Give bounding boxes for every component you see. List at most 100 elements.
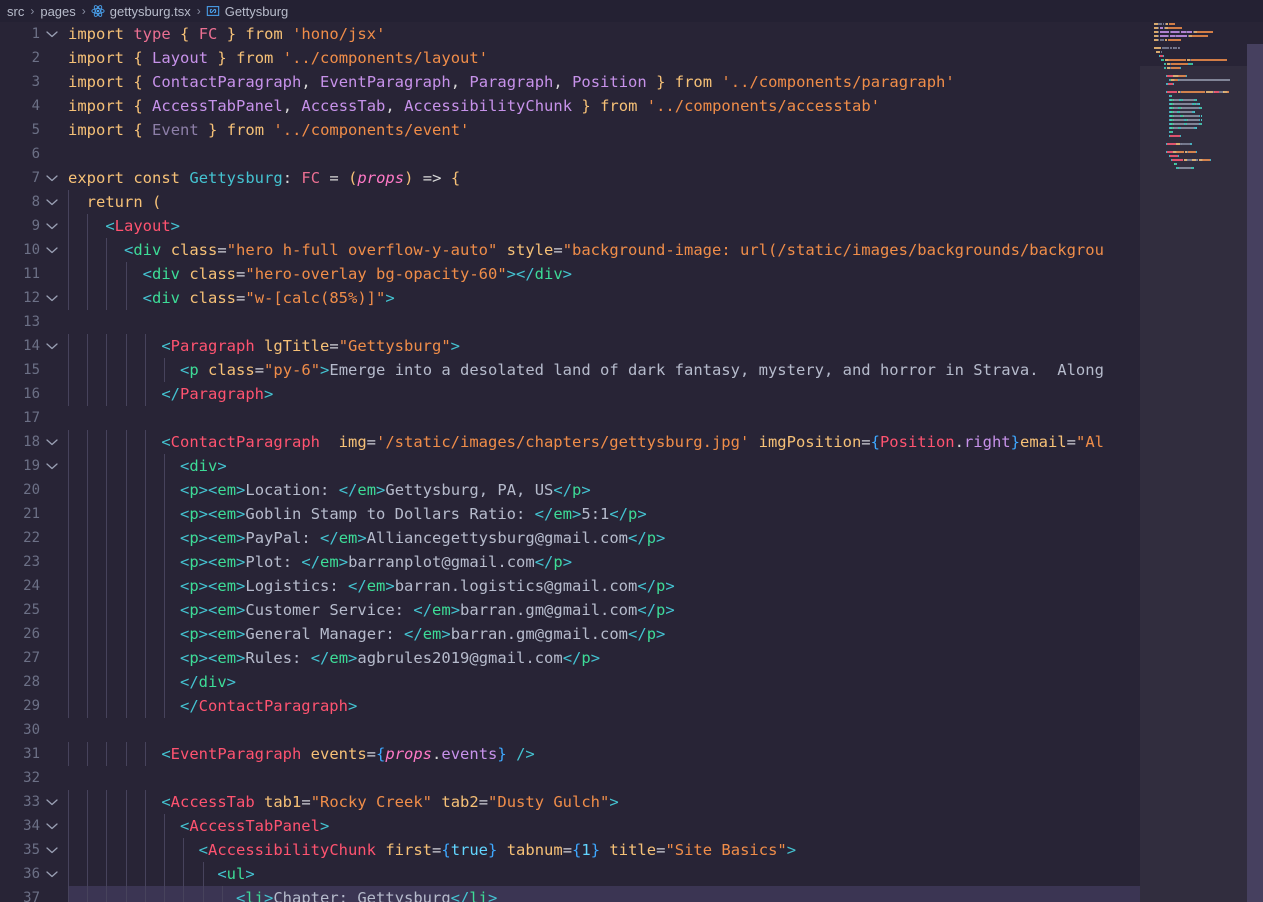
- chevron-down-icon[interactable]: [46, 790, 62, 814]
- code-text: <p><em>General Manager: </em>barran.gm@g…: [179, 625, 666, 643]
- line-number: 20: [23, 482, 40, 498]
- code-line[interactable]: 11 <div class="hero-overlay bg-opacity-6…: [0, 262, 1140, 286]
- code-text: <p class="py-6">Emerge into a desolated …: [179, 361, 1104, 379]
- line-number: 26: [23, 626, 40, 642]
- line-number: 7: [31, 170, 40, 186]
- code-line[interactable]: 30: [0, 718, 1140, 742]
- line-number: 23: [23, 554, 40, 570]
- line-number: 19: [23, 458, 40, 474]
- code-line[interactable]: 16 </Paragraph>: [0, 382, 1140, 406]
- code-line[interactable]: 3 import { ContactParagraph, EventParagra…: [0, 70, 1140, 94]
- line-number: 13: [23, 314, 40, 330]
- code-line[interactable]: 8 return (: [0, 190, 1140, 214]
- code-text: <AccessTabPanel>: [179, 817, 330, 835]
- scrollbar-slider[interactable]: [1247, 44, 1263, 902]
- chevron-down-icon[interactable]: [46, 430, 62, 454]
- line-number: 6: [31, 146, 40, 162]
- line-number: 31: [23, 746, 40, 762]
- minimap-slider[interactable]: [1140, 66, 1247, 902]
- code-text: import { Event } from '../components/eve…: [68, 121, 470, 139]
- chevron-down-icon[interactable]: [46, 862, 62, 886]
- chevron-down-icon[interactable]: [46, 814, 62, 838]
- code-text: <Layout>: [105, 217, 181, 235]
- code-text: <div class="hero-overlay bg-opacity-60">…: [142, 265, 573, 283]
- code-text: import { AccessTabPanel, AccessTab, Acce…: [68, 97, 881, 115]
- chevron-down-icon[interactable]: [46, 166, 62, 190]
- chevron-down-icon[interactable]: [46, 454, 62, 478]
- code-line[interactable]: 17: [0, 406, 1140, 430]
- code-line[interactable]: 25 <p><em>Customer Service: </em>barran.…: [0, 598, 1140, 622]
- code-line[interactable]: 12 <div class="w-[calc(85%)]">: [0, 286, 1140, 310]
- line-number: 11: [23, 266, 40, 282]
- code-line[interactable]: 28 </div>: [0, 670, 1140, 694]
- code-line[interactable]: 2 import { Layout } from '../components/l…: [0, 46, 1140, 70]
- code-line[interactable]: 4 import { AccessTabPanel, AccessTab, Acc…: [0, 94, 1140, 118]
- code-line[interactable]: 22 <p><em>PayPal: </em>Alliancegettysbur…: [0, 526, 1140, 550]
- line-number: 4: [31, 98, 40, 114]
- code-line[interactable]: 9 <Layout>: [0, 214, 1140, 238]
- code-text: <p><em>PayPal: </em>Alliancegettysburg@g…: [179, 529, 666, 547]
- line-number: 14: [23, 338, 40, 354]
- chevron-down-icon[interactable]: [46, 238, 62, 262]
- code-line[interactable]: 32: [0, 766, 1140, 790]
- vertical-scrollbar[interactable]: [1247, 22, 1263, 902]
- code-line[interactable]: 18 <ContactParagraph img='/static/images…: [0, 430, 1140, 454]
- code-line[interactable]: 37 <li>Chapter: Gettysburg</li>: [0, 886, 1140, 902]
- code-line[interactable]: 6: [0, 142, 1140, 166]
- chevron-down-icon[interactable]: [46, 334, 62, 358]
- line-number: 1: [31, 26, 40, 42]
- code-line[interactable]: 19 <div>: [0, 454, 1140, 478]
- breadcrumb-item-file[interactable]: gettysburg.tsx: [91, 4, 192, 19]
- code-editor[interactable]: 1 import type { FC } from 'hono/jsx' 2 impo…: [0, 22, 1263, 902]
- code-line[interactable]: 34 <AccessTabPanel>: [0, 814, 1140, 838]
- chevron-down-icon[interactable]: [46, 190, 62, 214]
- code-line[interactable]: 14 <Paragraph lgTitle="Gettysburg">: [0, 334, 1140, 358]
- code-line[interactable]: 23 <p><em>Plot: </em>barranplot@gmail.co…: [0, 550, 1140, 574]
- code-text: import { ContactParagraph, EventParagrap…: [68, 73, 955, 91]
- chevron-down-icon[interactable]: [46, 214, 62, 238]
- line-number: 16: [23, 386, 40, 402]
- code-lines-container[interactable]: 1 import type { FC } from 'hono/jsx' 2 impo…: [0, 22, 1140, 902]
- code-text: <p><em>Rules: </em>agbrules2019@gmail.co…: [179, 649, 601, 667]
- code-line[interactable]: 13: [0, 310, 1140, 334]
- code-line[interactable]: 5 import { Event } from '../components/ev…: [0, 118, 1140, 142]
- chevron-down-icon[interactable]: [46, 838, 62, 862]
- line-number: 29: [23, 698, 40, 714]
- code-line[interactable]: 29 </ContactParagraph>: [0, 694, 1140, 718]
- code-line[interactable]: 27 <p><em>Rules: </em>agbrules2019@gmail…: [0, 646, 1140, 670]
- code-text: <EventParagraph events={props.events} />: [161, 745, 535, 763]
- breadcrumb-item-pages[interactable]: pages: [39, 4, 76, 19]
- breadcrumb-item-symbol[interactable]: Gettysburg: [206, 4, 290, 19]
- code-line[interactable]: 1 import type { FC } from 'hono/jsx': [0, 22, 1140, 46]
- code-line[interactable]: 24 <p><em>Logistics: </em>barran.logisti…: [0, 574, 1140, 598]
- breadcrumb-item-src[interactable]: src: [6, 4, 25, 19]
- code-text: <p><em>Customer Service: </em>barran.gm@…: [179, 601, 675, 619]
- chevron-down-icon[interactable]: [46, 286, 62, 310]
- line-number: 27: [23, 650, 40, 666]
- code-line[interactable]: 31 <EventParagraph events={props.events}…: [0, 742, 1140, 766]
- code-line[interactable]: 35 <AccessibilityChunk first={true} tabn…: [0, 838, 1140, 862]
- line-number: 10: [23, 242, 40, 258]
- line-number: 12: [23, 290, 40, 306]
- code-line[interactable]: 20 <p><em>Location: </em>Gettysburg, PA,…: [0, 478, 1140, 502]
- line-number: 8: [31, 194, 40, 210]
- code-text: <p><em>Goblin Stamp to Dollars Ratio: </…: [179, 505, 647, 523]
- breadcrumb-label: Gettysburg: [224, 3, 289, 19]
- code-line[interactable]: 7 export const Gettysburg: FC = (props) =…: [0, 166, 1140, 190]
- breadcrumb-label: gettysburg.tsx: [109, 3, 191, 19]
- code-text: </div>: [179, 673, 236, 691]
- breadcrumb-separator-icon: ›: [196, 4, 201, 18]
- code-text: <AccessibilityChunk first={true} tabnum=…: [198, 841, 797, 859]
- line-number: 22: [23, 530, 40, 546]
- code-text: <div class="w-[calc(85%)]">: [142, 289, 395, 307]
- code-line[interactable]: 15 <p class="py-6">Emerge into a desolat…: [0, 358, 1140, 382]
- code-line[interactable]: 21 <p><em>Goblin Stamp to Dollars Ratio:…: [0, 502, 1140, 526]
- code-line[interactable]: 33 <AccessTab tab1="Rocky Creek" tab2="D…: [0, 790, 1140, 814]
- breadcrumb-separator-icon: ›: [81, 4, 86, 18]
- code-text: <div class="hero h-full overflow-y-auto"…: [124, 241, 1104, 259]
- chevron-down-icon[interactable]: [46, 22, 62, 46]
- code-line[interactable]: 26 <p><em>General Manager: </em>barran.g…: [0, 622, 1140, 646]
- code-line[interactable]: 10 <div class="hero h-full overflow-y-au…: [0, 238, 1140, 262]
- code-line[interactable]: 36 <ul>: [0, 862, 1140, 886]
- line-number: 18: [23, 434, 40, 450]
